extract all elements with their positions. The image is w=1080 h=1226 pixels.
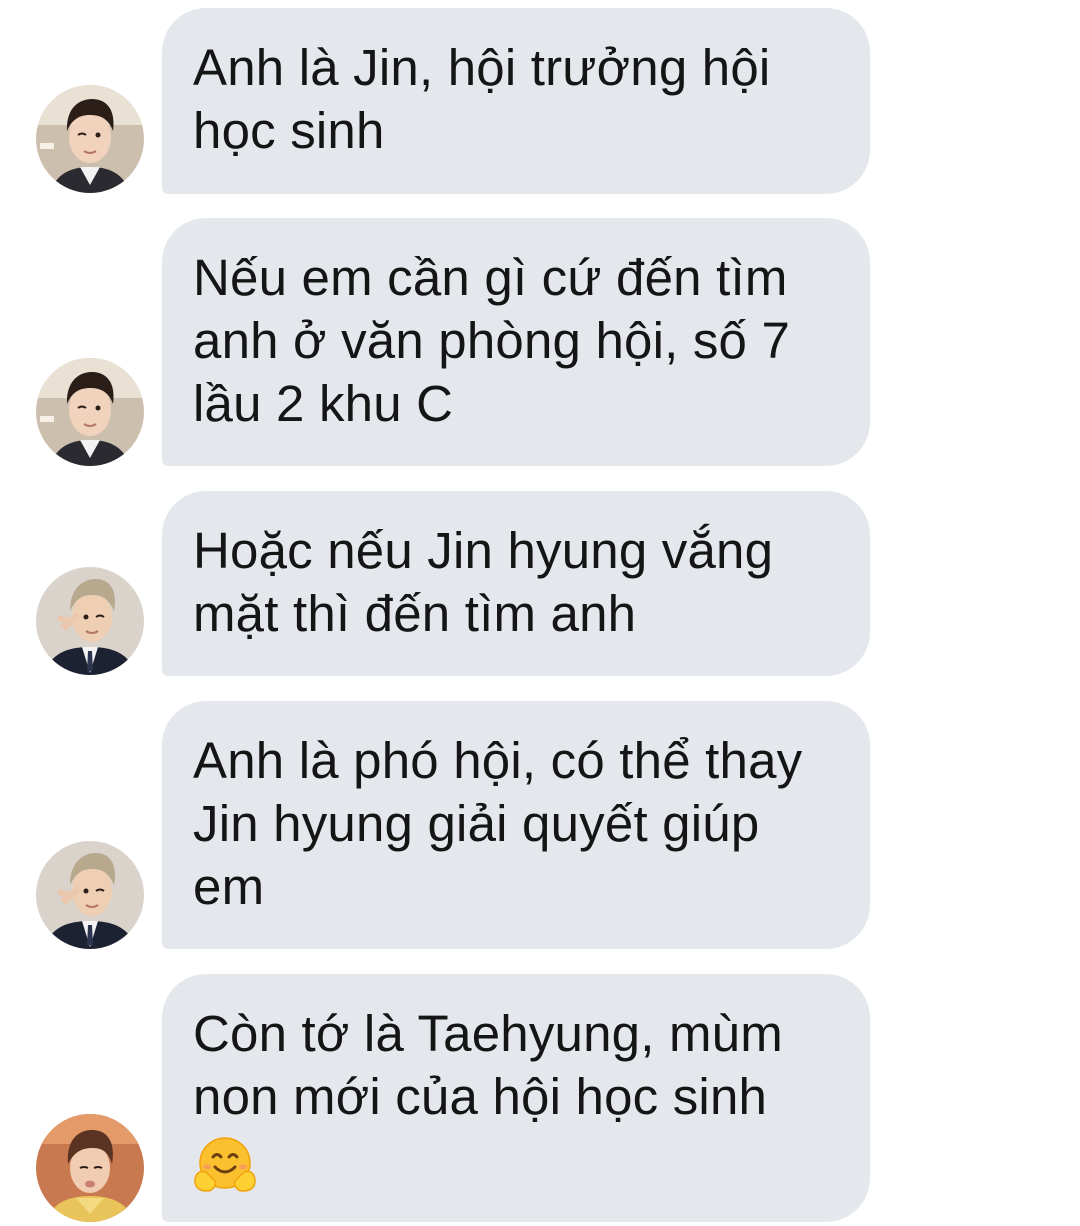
namjoon-avatar[interactable]: [36, 841, 144, 949]
message-thread: Anh là Jin, hội trưởng hội học sinh Nếu …: [0, 0, 1080, 1226]
hugging-face-emoji: [193, 1135, 257, 1195]
namjoon-avatar[interactable]: [36, 567, 144, 675]
message-row-2: Nếu em cần gì cứ đến tìm anh ở văn phòng…: [0, 218, 1080, 466]
taehyung-avatar[interactable]: [36, 1114, 144, 1222]
message-row-3: Hoặc nếu Jin hyung vắng mặt thì đến tìm …: [0, 491, 1080, 676]
jin-avatar[interactable]: [36, 358, 144, 466]
message-text: Còn tớ là Taehyung, mùm non mới của hội …: [193, 1005, 783, 1125]
message-bubble[interactable]: Còn tớ là Taehyung, mùm non mới của hội …: [162, 974, 870, 1222]
message-row-1: Anh là Jin, hội trưởng hội học sinh: [0, 8, 1080, 194]
message-text: Hoặc nếu Jin hyung vắng mặt thì đến tìm …: [193, 522, 774, 642]
message-text: Anh là Jin, hội trưởng hội học sinh: [193, 39, 771, 159]
message-row-5: Còn tớ là Taehyung, mùm non mới của hội …: [0, 974, 1080, 1222]
message-bubble[interactable]: Anh là Jin, hội trưởng hội học sinh: [162, 8, 870, 194]
message-bubble[interactable]: Hoặc nếu Jin hyung vắng mặt thì đến tìm …: [162, 491, 870, 676]
message-row-4: Anh là phó hội, có thể thay Jin hyung gi…: [0, 701, 1080, 949]
message-text: Anh là phó hội, có thể thay Jin hyung gi…: [193, 732, 803, 915]
message-bubble[interactable]: Nếu em cần gì cứ đến tìm anh ở văn phòng…: [162, 218, 870, 466]
jin-avatar[interactable]: [36, 85, 144, 193]
message-text: Nếu em cần gì cứ đến tìm anh ở văn phòng…: [193, 249, 791, 432]
message-bubble[interactable]: Anh là phó hội, có thể thay Jin hyung gi…: [162, 701, 870, 949]
